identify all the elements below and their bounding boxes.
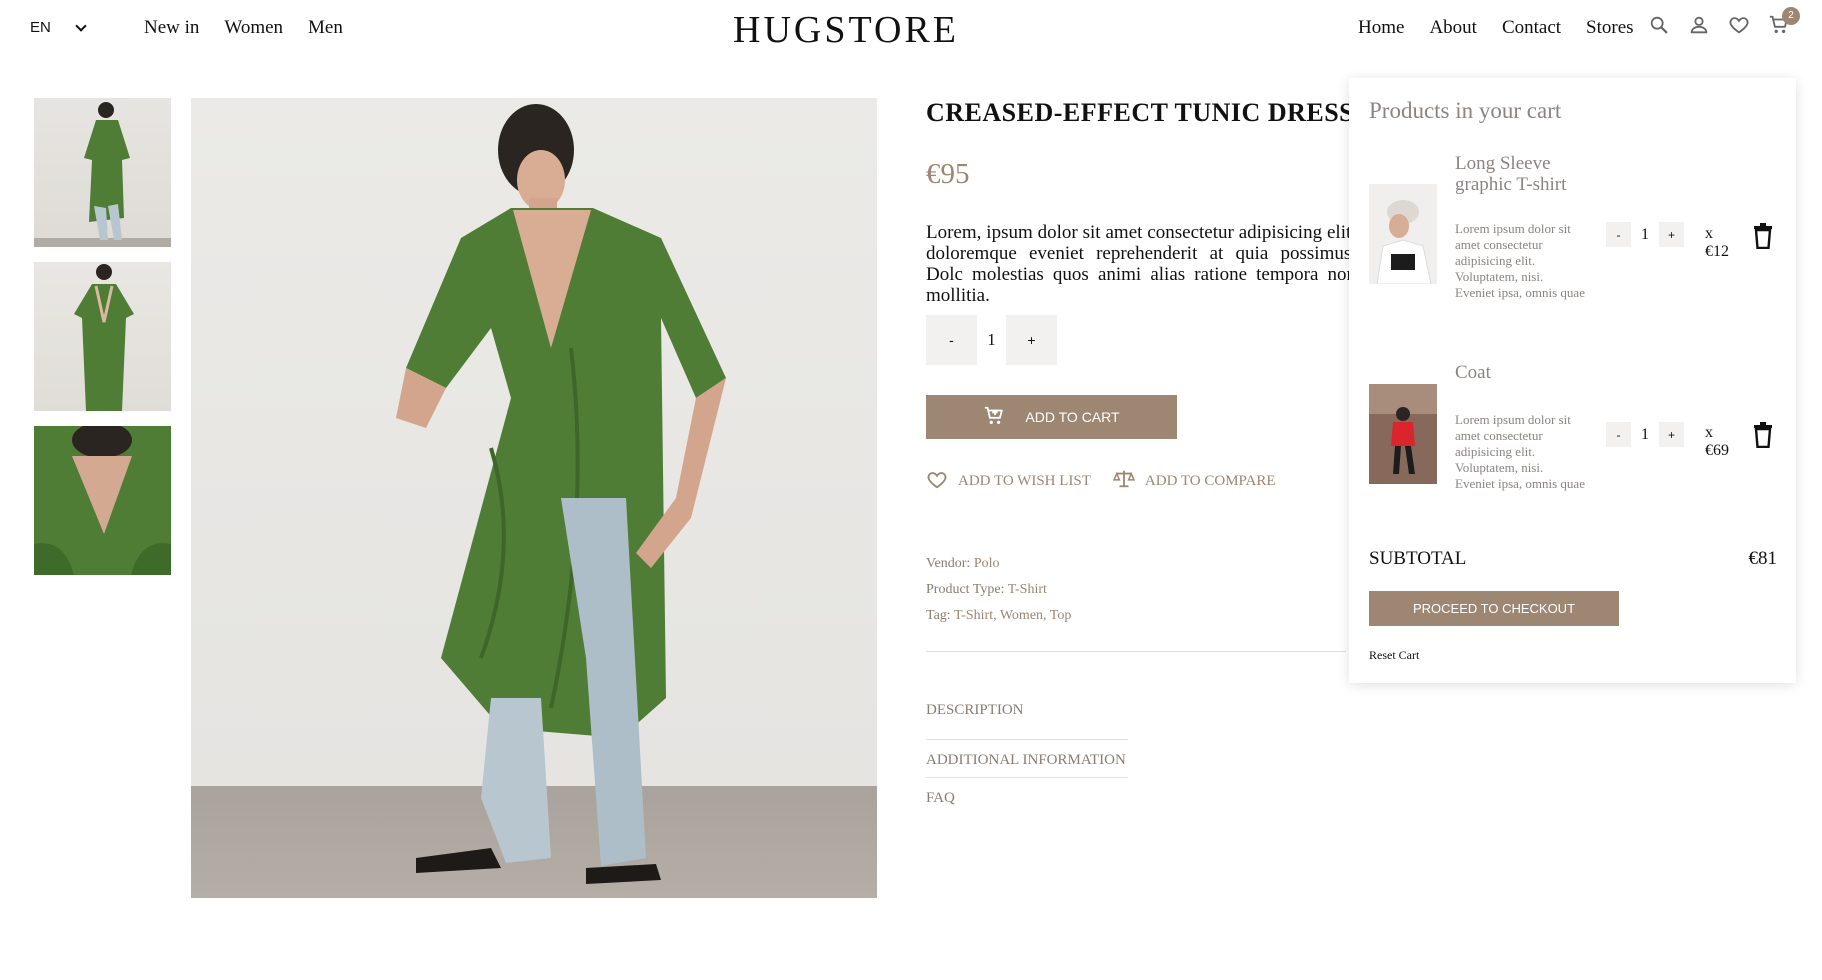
tag-label: Tag: bbox=[926, 608, 951, 623]
subtotal-value: €81 bbox=[1748, 548, 1778, 569]
cart-item-name[interactable]: Coat bbox=[1455, 362, 1585, 383]
search-icon[interactable] bbox=[1648, 14, 1670, 36]
compare-label: ADD TO COMPARE bbox=[1144, 473, 1276, 489]
proceed-to-checkout-button[interactable]: PROCEED TO CHECKOUT bbox=[1369, 591, 1619, 626]
cart-item-quantity: - 1 + bbox=[1606, 222, 1684, 247]
cart-item-qty-value: 1 bbox=[1641, 425, 1649, 443]
cart-item-price: x €12 bbox=[1705, 225, 1729, 261]
nav-home[interactable]: Home bbox=[1358, 17, 1404, 39]
trash-icon[interactable] bbox=[1752, 223, 1774, 250]
cart-item-description: Lorem ipsum dolor sit amet consectetur a… bbox=[1455, 221, 1585, 300]
tab-description[interactable]: DESCRIPTION bbox=[926, 700, 1128, 740]
quantity-stepper: - 1 + bbox=[926, 315, 1057, 365]
nav-about[interactable]: About bbox=[1429, 17, 1477, 39]
site-header: EN New in Women Men HUGSTORE Home About … bbox=[0, 0, 1822, 58]
balance-icon bbox=[1112, 469, 1136, 494]
product-meta: Vendor: Polo Product Type: T-Shirt Tag: … bbox=[926, 551, 1071, 629]
quantity-increase-button[interactable]: + bbox=[1006, 315, 1057, 365]
cart-count-badge: 2 bbox=[1782, 7, 1800, 25]
add-to-cart-label: ADD TO CART bbox=[1025, 409, 1120, 425]
product-title: CREASED-EFFECT TUNIC DRESS bbox=[926, 98, 1355, 127]
cart-item-times: x bbox=[1705, 225, 1713, 242]
vendor-label: Vendor: bbox=[926, 556, 971, 571]
main-product-image[interactable] bbox=[191, 98, 877, 898]
trash-icon[interactable] bbox=[1752, 422, 1774, 449]
secondary-nav: Home About Contact Stores bbox=[1358, 17, 1634, 39]
thumbnail-3[interactable] bbox=[34, 426, 171, 575]
product-price: €95 bbox=[926, 158, 970, 190]
cart-item-price: x €69 bbox=[1705, 424, 1729, 460]
thumbnail-1[interactable] bbox=[34, 98, 171, 247]
add-to-compare-button[interactable]: ADD TO COMPARE bbox=[1112, 469, 1276, 494]
add-cart-icon bbox=[983, 405, 1005, 430]
cart-item-image[interactable] bbox=[1369, 184, 1437, 285]
cart-item-image[interactable] bbox=[1369, 384, 1437, 484]
tag-row: Tag: T-Shirt, Women, Top bbox=[926, 603, 1071, 629]
wishlist-label: ADD TO WISH LIST bbox=[958, 473, 1091, 489]
tab-additional-information[interactable]: ADDITIONAL INFORMATION bbox=[926, 740, 1128, 778]
cart-item-increase-button[interactable]: + bbox=[1659, 422, 1684, 447]
nav-stores[interactable]: Stores bbox=[1586, 17, 1634, 39]
cart-dropdown: Products in your cart Long Sleeve graphi… bbox=[1349, 78, 1796, 683]
tag-links[interactable]: T-Shirt, Women, Top bbox=[954, 608, 1071, 623]
thumbnail-gallery bbox=[34, 98, 171, 575]
vendor-row: Vendor: Polo bbox=[926, 551, 1071, 577]
cart-item-increase-button[interactable]: + bbox=[1659, 222, 1684, 247]
cart-item-qty-value: 1 bbox=[1641, 225, 1649, 243]
cart-item-decrease-button[interactable]: - bbox=[1606, 422, 1631, 447]
thumbnail-2[interactable] bbox=[34, 262, 171, 411]
reset-cart-link[interactable]: Reset Cart bbox=[1369, 648, 1419, 663]
product-description: Lorem, ipsum dolor sit amet consectetur … bbox=[926, 222, 1356, 306]
quantity-value: 1 bbox=[987, 330, 996, 349]
section-divider bbox=[926, 651, 1346, 652]
cart-item-description: Lorem ipsum dolor sit amet consectetur a… bbox=[1455, 412, 1585, 491]
quantity-decrease-button[interactable]: - bbox=[926, 315, 977, 365]
heart-icon[interactable] bbox=[1728, 14, 1750, 36]
user-icon[interactable] bbox=[1688, 14, 1710, 36]
nav-contact[interactable]: Contact bbox=[1502, 17, 1561, 39]
cart-item-times: x bbox=[1705, 424, 1713, 441]
cart-item-quantity: - 1 + bbox=[1606, 422, 1684, 447]
cart-subtotal: SUBTOTAL €81 bbox=[1369, 548, 1777, 570]
type-label: Product Type: bbox=[926, 582, 1005, 597]
cart-title: Products in your cart bbox=[1369, 98, 1562, 123]
header-icons: 2 bbox=[1648, 7, 1800, 36]
tab-faq[interactable]: FAQ bbox=[926, 778, 1128, 816]
cart-item-decrease-button[interactable]: - bbox=[1606, 222, 1631, 247]
product-actions: ADD TO WISH LIST ADD TO COMPARE bbox=[926, 469, 1276, 494]
subtotal-label: SUBTOTAL bbox=[1369, 548, 1467, 569]
cart-item-price-value: €69 bbox=[1705, 442, 1729, 459]
add-to-cart-button[interactable]: ADD TO CART bbox=[926, 395, 1177, 439]
type-link[interactable]: T-Shirt bbox=[1008, 582, 1047, 597]
cart-item-price-value: €12 bbox=[1705, 243, 1729, 260]
cart-item-name[interactable]: Long Sleeve graphic T-shirt bbox=[1455, 153, 1585, 195]
product-info-tabs: DESCRIPTION ADDITIONAL INFORMATION FAQ bbox=[926, 700, 1128, 816]
vendor-link[interactable]: Polo bbox=[974, 556, 1000, 571]
add-to-wishlist-button[interactable]: ADD TO WISH LIST bbox=[926, 469, 1091, 494]
cart-icon[interactable]: 2 bbox=[1768, 7, 1800, 36]
heart-icon bbox=[926, 469, 948, 494]
type-row: Product Type: T-Shirt bbox=[926, 577, 1071, 603]
